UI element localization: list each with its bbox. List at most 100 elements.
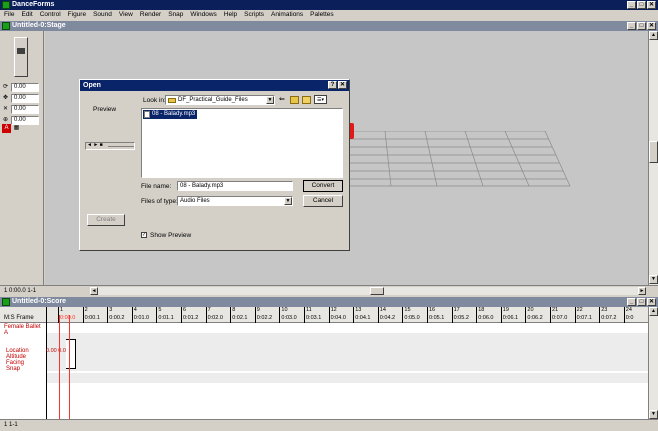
stage-horizontal-scrollbar[interactable]: ◄ ►: [90, 287, 646, 295]
stage-close-button[interactable]: ✕: [647, 22, 656, 30]
stage-title: Untitled-0:Stage: [12, 22, 66, 29]
ruler-frame-number: 17: [453, 307, 460, 313]
record-icon[interactable]: A: [2, 124, 11, 133]
ruler-time-label: 0:0: [625, 315, 634, 321]
file-list[interactable]: 08 - Balady.mp3: [141, 108, 343, 178]
slider-thumb[interactable]: [17, 48, 25, 54]
keyframe-block[interactable]: [66, 339, 76, 369]
dialog-help-button[interactable]: ?: [328, 81, 337, 89]
ruler-frame-number: 14: [379, 307, 386, 313]
minimize-button[interactable]: _: [627, 1, 636, 9]
ruler-frame-number: 22: [576, 307, 583, 313]
ruler-tick: [156, 307, 158, 323]
ruler-tick: [427, 307, 428, 323]
chevron-down-icon[interactable]: ▼: [266, 96, 274, 104]
menu-windows[interactable]: Windows: [190, 11, 216, 18]
open-dialog: Open ? ✕ Preview ◄ ► ■ Create Look in: D…: [79, 79, 350, 251]
stage-minimize-button[interactable]: _: [627, 22, 636, 30]
score-scroll-down-icon[interactable]: ▼: [649, 410, 658, 419]
scroll-up-icon[interactable]: ▲: [649, 31, 658, 40]
up-folder-icon[interactable]: [290, 96, 299, 104]
folder-icon: [168, 98, 176, 103]
scroll-down-icon[interactable]: ▼: [649, 275, 658, 284]
scroll-left-icon[interactable]: ◄: [90, 287, 98, 295]
menu-edit[interactable]: Edit: [21, 11, 32, 18]
menu-sound[interactable]: Sound: [93, 11, 112, 18]
ruler-time-label: 0:03.0: [281, 315, 297, 321]
dialog-close-button[interactable]: ✕: [338, 81, 347, 89]
maximize-button[interactable]: □: [637, 1, 646, 9]
stage-title-bar: Untitled-0:Stage _ □ ✕: [0, 21, 658, 31]
file-name-input[interactable]: 08 - Balady.mp3: [177, 181, 293, 191]
stage-value-field[interactable]: 0.00: [11, 94, 39, 103]
menu-figure[interactable]: Figure: [68, 11, 86, 18]
stage-maximize-button[interactable]: □: [637, 22, 646, 30]
close-button[interactable]: ✕: [647, 1, 656, 9]
stage-value-field[interactable]: 0.00: [11, 105, 39, 114]
playhead-end[interactable]: [69, 315, 70, 419]
files-of-type-chevron-icon[interactable]: ▼: [284, 197, 292, 205]
score-vertical-scrollbar[interactable]: ▲ ▼: [648, 307, 658, 419]
menu-snap[interactable]: Snap: [168, 11, 183, 18]
files-of-type-select[interactable]: Audio Files ▼: [177, 196, 293, 206]
convert-button[interactable]: Convert: [303, 180, 343, 192]
stage-value-field[interactable]: 0.00: [11, 83, 39, 92]
menu-scripts[interactable]: Scripts: [244, 11, 264, 18]
ruler-time-label: 0:05.2: [453, 315, 469, 321]
preview-scrubber[interactable]: [108, 146, 134, 147]
menu-file[interactable]: File: [4, 11, 14, 18]
ruler-time-label: 0:02.1: [232, 315, 248, 321]
show-preview-checkbox[interactable]: ✓: [141, 232, 147, 238]
figure-row[interactable]: Female Ballet A: [0, 323, 46, 336]
create-button[interactable]: Create: [87, 214, 125, 226]
score-maximize-button[interactable]: □: [637, 298, 646, 306]
back-arrow-icon[interactable]: ⇐: [279, 95, 285, 103]
score-close-button[interactable]: ✕: [647, 298, 656, 306]
look-in-select[interactable]: DF_Practical_Guide_Files ▼: [165, 95, 275, 105]
scroll-thumb[interactable]: [649, 141, 658, 163]
camera-slider[interactable]: [14, 37, 28, 77]
files-of-type-value: Audio Files: [180, 198, 210, 204]
playhead[interactable]: [59, 315, 60, 419]
look-in-value: DF_Practical_Guide_Files: [178, 97, 248, 103]
ruler-frame-number: 16: [429, 307, 436, 313]
track-label-snap[interactable]: Snap: [6, 366, 20, 372]
ruler-tick: [377, 307, 379, 323]
menu-control[interactable]: Control: [40, 11, 61, 18]
menu-help[interactable]: Help: [224, 11, 237, 18]
ruler-time-label: 0:01.0: [133, 315, 150, 321]
ruler-time-label: 0:02.2: [256, 315, 273, 321]
ruler-frame-number: 10: [281, 307, 288, 313]
score-status-text: 1 1-1: [4, 422, 18, 428]
score-scroll-up-icon[interactable]: ▲: [649, 307, 658, 316]
menu-animations[interactable]: Animations: [271, 11, 303, 18]
menu-view[interactable]: View: [119, 11, 133, 18]
view-menu-icon[interactable]: ☰▾: [314, 95, 327, 104]
ruler-tick: [230, 307, 232, 323]
ruler-time-label: 0:06.2: [527, 315, 543, 321]
file-item-balady[interactable]: 08 - Balady.mp3: [143, 110, 198, 119]
track-area-lower: [47, 373, 648, 383]
ruler-tick: [574, 307, 576, 323]
stage-vertical-scrollbar[interactable]: ▲ ▼: [648, 31, 658, 285]
ruler-tick: [402, 307, 404, 323]
scroll-right-icon[interactable]: ►: [638, 287, 646, 295]
ruler-time-label: 0:04.2: [379, 315, 396, 321]
danceforms-app-icon: [2, 1, 10, 9]
menu-palettes[interactable]: Palettes: [310, 11, 334, 18]
ruler-frame-number: 11: [306, 307, 312, 313]
ruler-frame-number: 13: [355, 307, 362, 313]
h-scroll-thumb[interactable]: [370, 287, 384, 295]
menu-render[interactable]: Render: [140, 11, 161, 18]
ruler-frame-number: 7: [207, 307, 211, 313]
audio-preview-player[interactable]: ◄ ► ■: [85, 142, 135, 150]
time-ruler[interactable]: 1 0:00.0 2 0:00.1 3 0:00.2 4 0:01.0 5 0:01.1 6 0:01…: [48, 307, 648, 323]
new-folder-icon[interactable]: [302, 96, 311, 104]
play-icon[interactable]: ◄ ► ■: [87, 142, 103, 148]
grid-icon[interactable]: ▦: [12, 124, 21, 133]
ruler-tick: [181, 307, 182, 323]
ruler-frame-number: 2: [84, 307, 88, 313]
cancel-button[interactable]: Cancel: [303, 195, 343, 207]
ruler-time-label: 0:00.0: [60, 315, 76, 321]
score-minimize-button[interactable]: _: [627, 298, 636, 306]
